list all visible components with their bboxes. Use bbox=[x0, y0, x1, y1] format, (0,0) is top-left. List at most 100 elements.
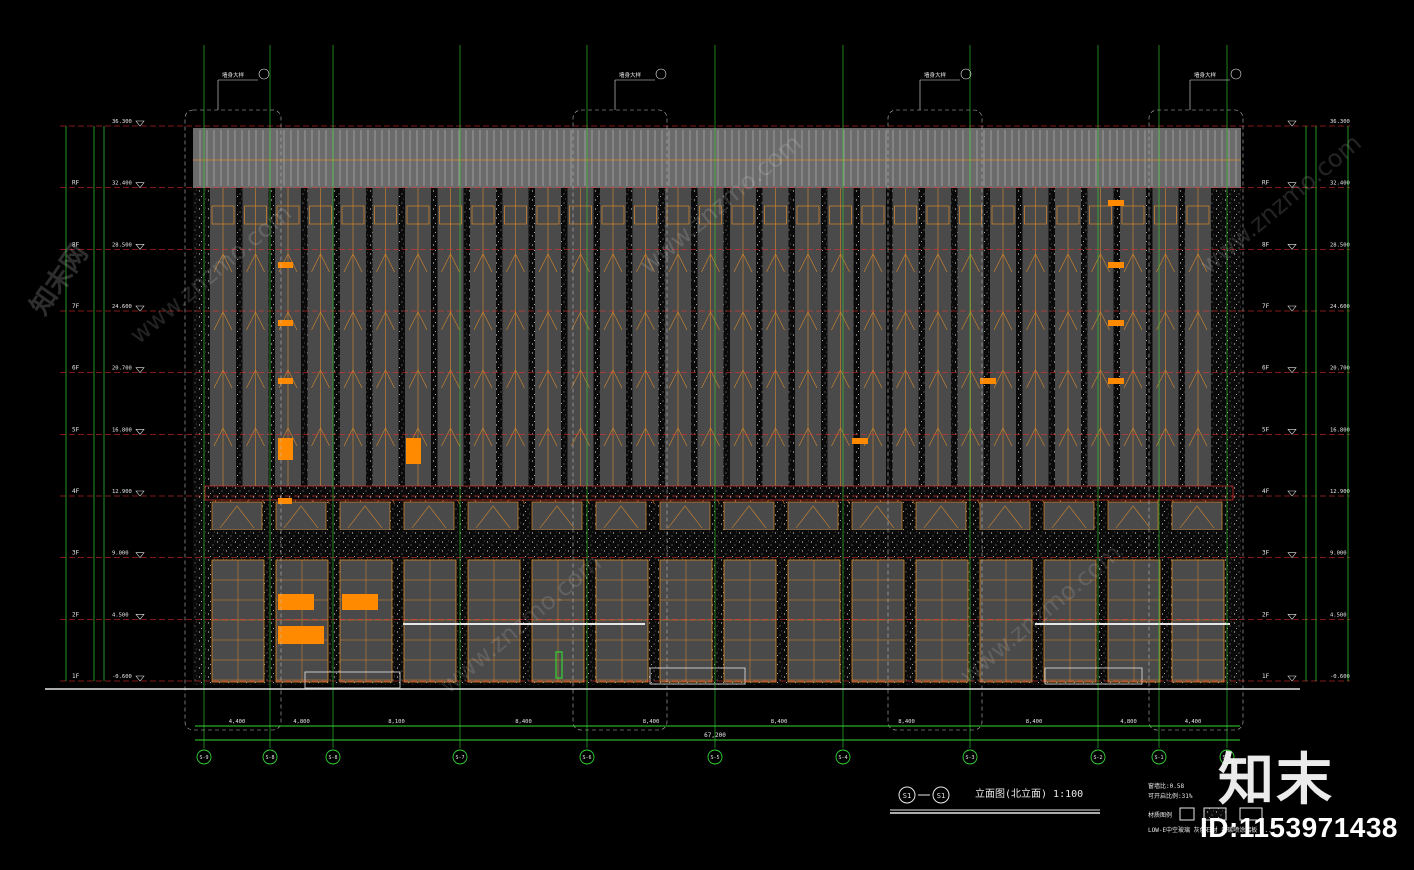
elevation-label-left: 16.800 bbox=[112, 427, 132, 433]
accent-panel bbox=[278, 438, 293, 460]
bottom-dimension: 4,400 bbox=[1185, 719, 1202, 725]
level-triangle bbox=[135, 614, 145, 620]
bottom-dimension: 4,800 bbox=[1120, 719, 1137, 725]
bottom-dimension: 8,400 bbox=[643, 719, 660, 725]
floor-label-right: 6F bbox=[1262, 365, 1270, 372]
bottom-dimension: 4,400 bbox=[229, 719, 246, 725]
level-triangle bbox=[1287, 120, 1297, 127]
axis-label: S-3 bbox=[965, 755, 974, 761]
floor-label-left: 5F bbox=[72, 426, 80, 433]
floor-label-left: RF bbox=[72, 180, 80, 187]
elevation-label-right: 9.000 bbox=[1330, 551, 1347, 557]
elevation-label-left: 32.400 bbox=[112, 181, 132, 187]
floor-label-right: 2F bbox=[1262, 611, 1270, 618]
level-triangle bbox=[1287, 244, 1297, 250]
callout-bubble bbox=[960, 68, 972, 80]
elevation-label-right: 28.500 bbox=[1330, 242, 1350, 248]
bottom-dimension: 8,400 bbox=[515, 719, 532, 725]
elevation-label-right: 20.700 bbox=[1330, 366, 1350, 372]
total-dimension: 67,200 bbox=[704, 732, 726, 739]
elevation-label-right: 32.400 bbox=[1330, 181, 1350, 187]
accent-panel bbox=[278, 594, 314, 610]
legend-swatch-1 bbox=[1179, 807, 1195, 821]
section-mark-right-label: S1 bbox=[937, 792, 945, 800]
note-window-ratio: 窗墙比:0.58 bbox=[1148, 782, 1184, 790]
callout-bubble bbox=[655, 68, 667, 80]
detail-tag: 墙身大样 bbox=[1194, 71, 1217, 79]
floor-label-left: 2F bbox=[72, 611, 80, 618]
axis-label: S-4 bbox=[838, 755, 847, 761]
axis-label: S-7 bbox=[455, 755, 464, 761]
band-spandrel bbox=[205, 530, 1233, 558]
level-triangle bbox=[135, 305, 145, 312]
elevation-label-right: 36.300 bbox=[1330, 119, 1350, 125]
accent-panel bbox=[342, 594, 378, 610]
level-triangle bbox=[135, 675, 145, 682]
elevation-label-right: -0.600 bbox=[1330, 674, 1350, 680]
level-triangle bbox=[135, 552, 145, 559]
accent-panel bbox=[1108, 262, 1124, 268]
callout-bubble bbox=[258, 68, 270, 80]
level-triangle bbox=[1287, 675, 1297, 682]
section-mark-left-label: S1 bbox=[903, 792, 911, 800]
elevation-label-left: 9.000 bbox=[112, 551, 129, 557]
level-triangle bbox=[135, 429, 145, 435]
axis-label: S-1 bbox=[1154, 755, 1163, 761]
elevation-label-right: 12.900 bbox=[1330, 489, 1350, 495]
level-triangle bbox=[1287, 614, 1297, 620]
floor-label-left: 1F bbox=[72, 673, 80, 680]
accent-panel bbox=[278, 626, 324, 644]
accent-panel bbox=[278, 498, 292, 504]
floor-label-right: 8F bbox=[1262, 241, 1270, 248]
accent-panel bbox=[980, 378, 996, 384]
level-triangle bbox=[135, 490, 145, 497]
accent-panel bbox=[278, 262, 293, 268]
watermark-brand: 知末 bbox=[1218, 748, 1334, 813]
accent-panel bbox=[406, 438, 421, 464]
drawing-title: 立面图(北立面) 1:100 bbox=[975, 787, 1083, 800]
floor-label-left: 4F bbox=[72, 488, 80, 495]
band-beam bbox=[204, 485, 1234, 501]
floor-label-left: 6F bbox=[72, 365, 80, 372]
accent-panel bbox=[278, 320, 293, 326]
elevation-label-right: 24.600 bbox=[1330, 304, 1350, 310]
floor-label-right: 7F bbox=[1262, 303, 1270, 310]
floor-label-right: 3F bbox=[1262, 550, 1270, 557]
elevation-label-right: 4.500 bbox=[1330, 612, 1347, 618]
accent-panel bbox=[852, 438, 868, 444]
elevation-label-left: 4.500 bbox=[112, 612, 129, 618]
watermark-id: ID:1153971438 bbox=[1200, 812, 1399, 843]
bottom-dimension: 4,800 bbox=[293, 719, 310, 725]
axis-label: S-2 bbox=[1093, 755, 1102, 761]
bottom-dimension: 8,400 bbox=[1026, 719, 1043, 725]
elevation-label-left: 28.500 bbox=[112, 242, 132, 248]
axis-label: S-8 bbox=[265, 755, 274, 761]
floor-label-left: 3F bbox=[72, 550, 80, 557]
bottom-dimension: 8,100 bbox=[388, 719, 405, 725]
level-triangle bbox=[135, 244, 145, 250]
level-triangle bbox=[135, 182, 145, 189]
level-triangle bbox=[1287, 429, 1297, 435]
level-triangle bbox=[135, 120, 145, 127]
level-triangle bbox=[1287, 367, 1297, 374]
elevation-label-left: -0.600 bbox=[112, 674, 132, 680]
floor-label-right: 1F bbox=[1262, 673, 1270, 680]
elevation-label-left: 12.900 bbox=[112, 489, 132, 495]
bottom-dimension: 8,400 bbox=[898, 719, 915, 725]
level-triangle bbox=[1287, 490, 1297, 497]
roof-screen bbox=[193, 128, 1241, 188]
note-open-ratio: 可开启比例:31% bbox=[1148, 792, 1193, 800]
elevation-label-right: 16.800 bbox=[1330, 427, 1350, 433]
axis-label: S-5 bbox=[710, 755, 719, 761]
elevation-label-left: 24.600 bbox=[112, 304, 132, 310]
elevation-label-left: 36.300 bbox=[112, 119, 132, 125]
accent-panel bbox=[1108, 200, 1124, 206]
detail-tag: 墙身大样 bbox=[619, 71, 642, 79]
callout-bubble bbox=[1230, 68, 1242, 80]
detail-tag: 墙身大样 bbox=[924, 71, 947, 79]
level-triangle bbox=[1287, 552, 1297, 559]
accent-panel bbox=[1108, 378, 1124, 384]
elevation-label-left: 20.700 bbox=[112, 366, 132, 372]
bottom-dimension: 8,400 bbox=[771, 719, 788, 725]
axis-label: S-8 bbox=[328, 755, 337, 761]
